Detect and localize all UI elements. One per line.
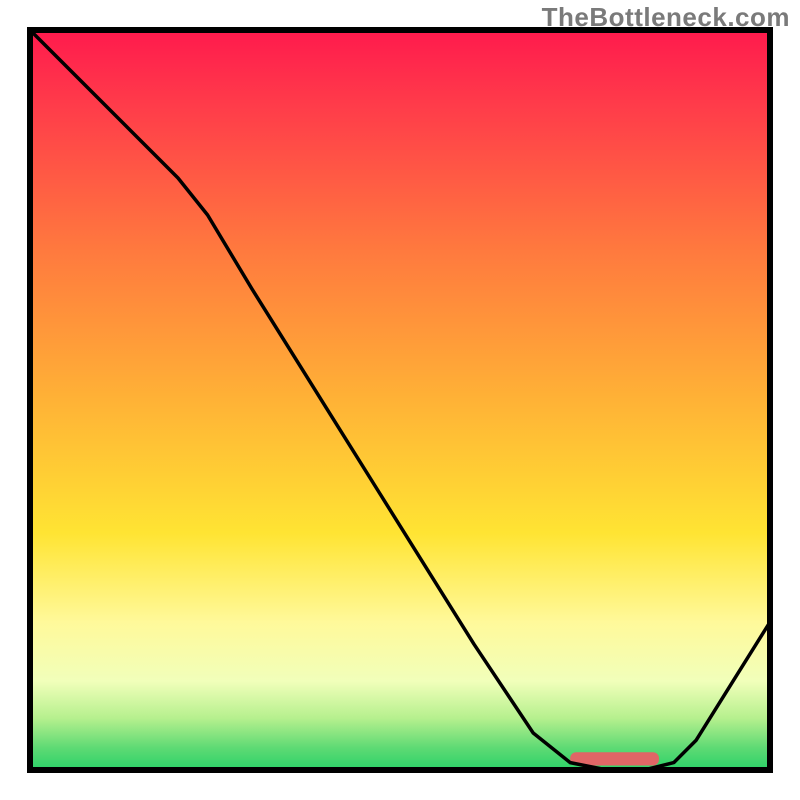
watermark-text: TheBottleneck.com	[542, 2, 790, 33]
chart-stage: TheBottleneck.com	[0, 0, 800, 800]
chart-canvas	[0, 0, 800, 800]
